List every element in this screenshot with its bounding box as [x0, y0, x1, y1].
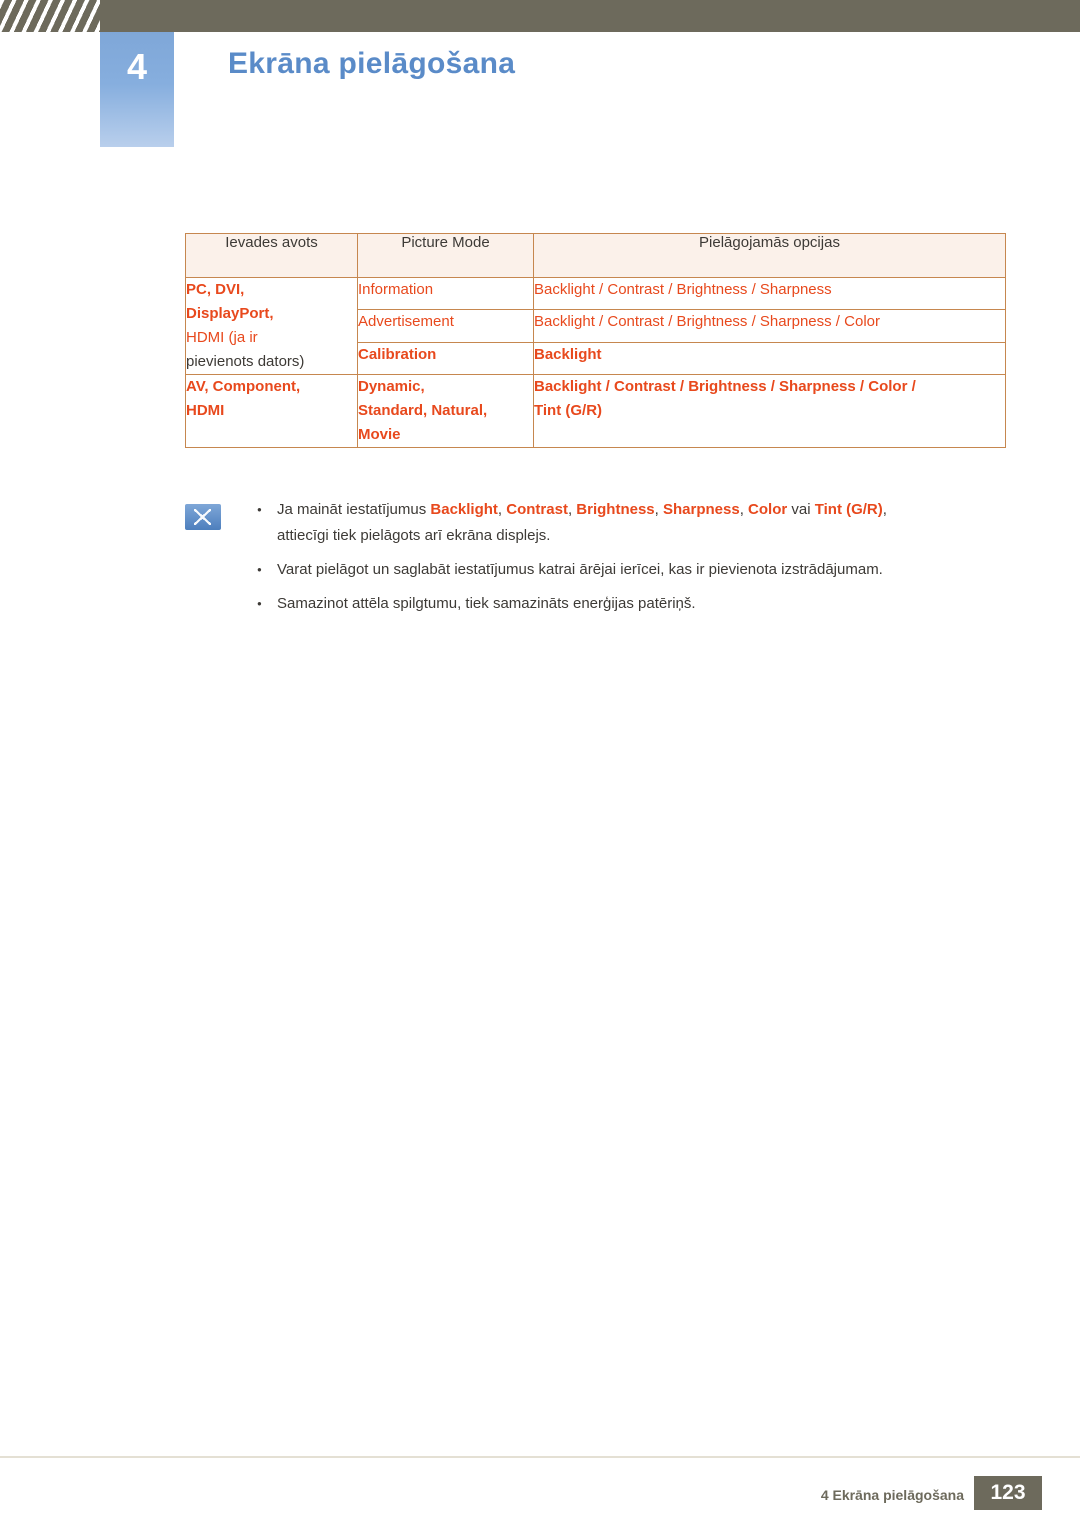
note1-hl-tint: Tint (G/R) — [814, 501, 883, 518]
note1-hl-backlight: Backlight — [430, 501, 498, 518]
note1-second-line: attiecīgi tiek pielāgots arī ekrāna disp… — [277, 527, 551, 544]
mode-av-line-2: Standard, Natural, — [358, 402, 488, 419]
source-av-line-1: AV, Component, — [186, 378, 301, 395]
footer-chapter-text: 4 Ekrāna pielāgošana — [820, 1487, 964, 1503]
list-item: Samazinot attēla spilgtumu, tiek samazin… — [253, 591, 1005, 617]
note1-hl-contrast: Contrast — [506, 501, 568, 518]
table-header-cell-options: Pielāgojamās opcijas — [533, 233, 1006, 278]
cell-mode-information: Information — [357, 276, 534, 311]
options-av-line-1: Backlight / Contrast / Brightness / Shar… — [534, 378, 916, 395]
header-hatch-pattern — [0, 0, 100, 32]
note-list: Ja maināt iestatījumus Backlight, Contra… — [253, 497, 1005, 617]
note1-prefix: Ja maināt iestatījumus — [277, 501, 431, 518]
note1-hl-sharpness: Sharpness — [662, 501, 740, 518]
note1-mid: vai — [787, 501, 815, 518]
source-line-2: DisplayPort, — [186, 305, 274, 322]
source-line-3: HDMI (ja ir — [186, 329, 258, 346]
note1-hl-color: Color — [748, 501, 788, 518]
note1-sep4: , — [739, 501, 749, 518]
table-row: PC, DVI, DisplayPort, HDMI (ja ir pievie… — [185, 276, 1006, 375]
cell-mode-av: Dynamic, Standard, Natural, Movie — [357, 374, 534, 448]
list-item: Ja maināt iestatījumus Backlight, Contra… — [253, 497, 1005, 549]
mode-av-line-3: Movie — [358, 426, 401, 443]
table-row: AV, Component, HDMI Dynamic, Standard, N… — [185, 374, 1006, 448]
cell-mode-calibration: Calibration — [357, 341, 534, 376]
note-icon — [185, 504, 221, 530]
picture-mode-table: Ievades avots Picture Mode Pielāgojamās … — [185, 233, 1006, 448]
note1-hl-brightness: Brightness — [576, 501, 655, 518]
footer-page-number: 123 — [974, 1476, 1042, 1510]
list-item: Varat pielāgot un saglabāt iestatījumus … — [253, 557, 1005, 583]
chapter-title: Ekrāna pielāgošana — [228, 47, 516, 80]
footer-divider — [0, 1456, 1080, 1458]
mode-av-line-1: Dynamic, — [358, 378, 425, 395]
table-header-cell-source: Ievades avots — [185, 233, 358, 278]
cell-options-advertisement: Backlight / Contrast / Brightness / Shar… — [533, 309, 1006, 343]
cell-source-av: AV, Component, HDMI — [185, 374, 358, 448]
cell-options-information: Backlight / Contrast / Brightness / Shar… — [533, 276, 1006, 311]
note1-sep1: , — [497, 501, 507, 518]
cell-options-av: Backlight / Contrast / Brightness / Shar… — [533, 374, 1006, 448]
table-header-cell-picture-mode: Picture Mode — [357, 233, 534, 278]
options-av-line-2: Tint (G/R) — [534, 402, 603, 419]
notes-block: Ja maināt iestatījumus Backlight, Contra… — [185, 497, 1005, 625]
note1-sep3: , — [654, 501, 663, 518]
cell-mode-advertisement: Advertisement — [357, 309, 534, 343]
cell-source-pc: PC, DVI, DisplayPort, HDMI (ja ir pievie… — [185, 277, 358, 375]
source-av-line-2: HDMI — [186, 402, 225, 419]
chapter-number: 4 — [126, 46, 148, 87]
cell-options-calibration: Backlight — [533, 341, 1006, 376]
spec-table-wrapper: Ievades avots Picture Mode Pielāgojamās … — [185, 233, 1006, 448]
table-header-row: Ievades avots Picture Mode Pielāgojamās … — [185, 233, 1006, 278]
source-line-4: pievienots dators) — [186, 353, 305, 370]
note1-suffix: , — [882, 501, 887, 518]
page-header-bar — [0, 0, 1080, 32]
source-line-1: PC, DVI, — [186, 281, 245, 298]
